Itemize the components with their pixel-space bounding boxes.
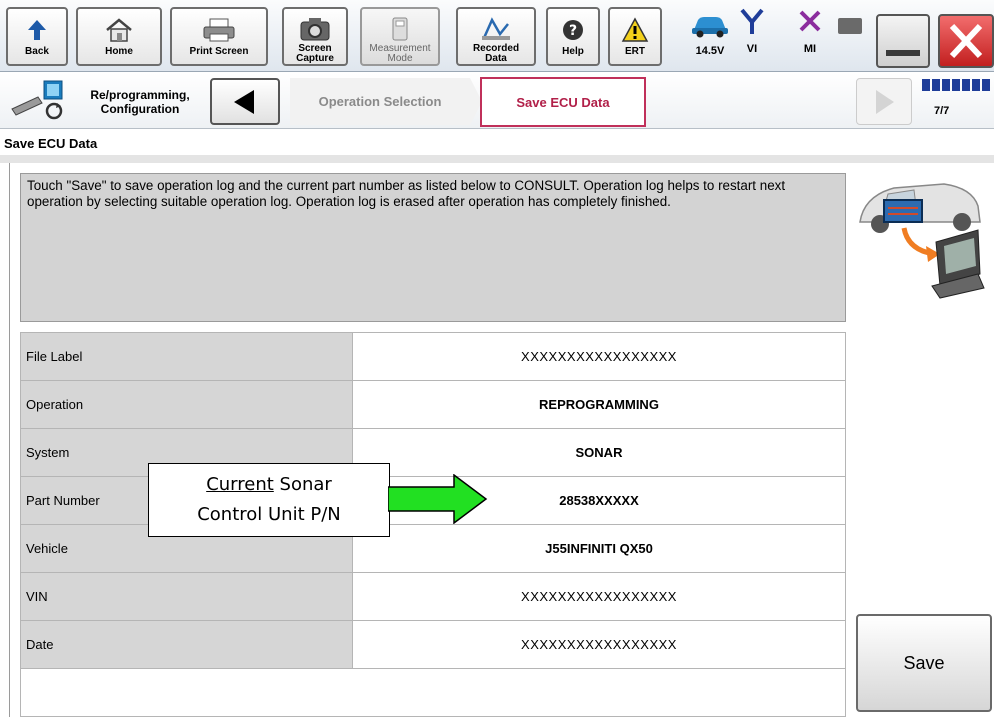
ecu-data-table: File Label XXXXXXXXXXXXXXXXX Operation R… — [20, 332, 846, 717]
previous-step-button[interactable] — [210, 78, 280, 125]
printer-icon — [201, 15, 237, 45]
progress-segment — [942, 79, 950, 91]
recorded-data-icon — [480, 15, 512, 42]
table-row: Date XXXXXXXXXXXXXXXXX — [20, 620, 846, 669]
section-label: Re/programming, Configuration — [82, 88, 198, 116]
step-operation-selection: Operation Selection — [290, 78, 470, 125]
progress-segment — [952, 79, 960, 91]
back-button[interactable]: Back — [6, 7, 68, 66]
table-row — [20, 668, 846, 717]
vin-value: XXXXXXXXXXXXXXXXX — [352, 572, 846, 621]
recorded-data-button[interactable]: Recorded Data — [456, 7, 536, 66]
progress-text: 7/7 — [934, 105, 950, 117]
callout-line1-rest: Sonar — [273, 474, 332, 495]
callout-line1: Current Sonar — [149, 470, 389, 500]
part-number-callout: Current Sonar Control Unit P/N — [148, 463, 390, 537]
callout-underlined: Current — [206, 474, 274, 495]
mi-disconnected-icon — [797, 8, 823, 41]
progress-segment — [972, 79, 980, 91]
mi-status: MI — [790, 4, 830, 66]
table-row: Vehicle J55INFINITI QX50 — [20, 524, 846, 573]
file-label-key: File Label — [20, 332, 353, 381]
progress-segment — [962, 79, 970, 91]
svg-text:?: ? — [569, 23, 577, 39]
instructions-text: Touch "Save" to save operation log and t… — [20, 173, 846, 322]
page-title: Save ECU Data — [4, 136, 98, 151]
reprogramming-icon — [8, 79, 70, 128]
recorded-data-label-2: Data — [485, 53, 507, 64]
battery-voltage-status: 14.5V — [682, 4, 738, 66]
print-screen-label: Print Screen — [189, 46, 249, 57]
progress-segment — [982, 79, 990, 91]
save-button[interactable]: Save — [856, 614, 992, 712]
vi-status: VI — [732, 4, 772, 66]
next-step-button[interactable] — [856, 78, 912, 125]
print-screen-button[interactable]: Print Screen — [170, 7, 268, 66]
mi-label: MI — [803, 43, 817, 55]
operation-value: REPROGRAMMING — [352, 380, 846, 429]
operation-key: Operation — [20, 380, 353, 429]
measurement-mode-button[interactable]: Measurement Mode — [360, 7, 440, 66]
ert-button[interactable]: ERT — [608, 7, 662, 66]
minimize-button[interactable] — [876, 14, 930, 68]
home-label: Home — [105, 46, 133, 57]
callout-arrow-icon — [388, 474, 488, 524]
vin-key: VIN — [20, 572, 353, 621]
back-label: Back — [25, 46, 49, 57]
screen-capture-button[interactable]: Screen Capture — [282, 7, 348, 66]
camera-icon — [299, 15, 331, 42]
breadcrumb: Re/programming, Configuration Operation … — [0, 73, 994, 129]
car-icon — [690, 12, 730, 43]
divider — [0, 155, 994, 163]
file-label-value: XXXXXXXXXXXXXXXXX — [352, 332, 846, 381]
vi-antenna-icon — [740, 8, 764, 41]
section-label-line2: Configuration — [100, 102, 180, 116]
help-icon: ? — [561, 15, 585, 45]
progress-segment — [922, 79, 930, 91]
empty-row — [20, 668, 846, 717]
table-row: File Label XXXXXXXXXXXXXXXXX — [20, 332, 846, 381]
system-value: SONAR — [352, 428, 846, 477]
help-label: Help — [562, 46, 584, 57]
ecu-to-consult-illustration — [854, 174, 986, 305]
minimize-icon — [886, 50, 920, 56]
progress-bar — [922, 79, 994, 91]
callout-line2: Control Unit P/N — [197, 504, 341, 525]
ert-label: ERT — [625, 46, 645, 57]
date-value: XXXXXXXXXXXXXXXXX — [352, 620, 846, 669]
date-key: Date — [20, 620, 353, 669]
table-row: VIN XXXXXXXXXXXXXXXXX — [20, 572, 846, 621]
close-button[interactable] — [938, 14, 994, 68]
meter-icon — [390, 15, 410, 42]
vehicle-value: J55INFINITI QX50 — [352, 524, 846, 573]
home-icon — [104, 15, 134, 45]
toolbar: Back Home Print Screen Screen Capture Me… — [0, 0, 994, 72]
warning-icon — [621, 15, 649, 45]
measurement-mode-label-2: Mode — [387, 53, 413, 64]
divider — [9, 163, 10, 717]
table-row: System SONAR — [20, 428, 846, 477]
triangle-right-icon — [876, 89, 894, 114]
vi-label: VI — [746, 43, 758, 55]
step-save-ecu-data: Save ECU Data — [480, 77, 646, 127]
back-arrow-icon — [26, 15, 48, 45]
screen-capture-label-2: Capture — [296, 53, 334, 64]
battery-icon — [838, 18, 862, 34]
table-row: Operation REPROGRAMMING — [20, 380, 846, 429]
progress-segment — [932, 79, 940, 91]
close-icon — [949, 23, 983, 59]
voltage-readout: 14.5V — [695, 45, 725, 57]
help-button[interactable]: ? Help — [546, 7, 600, 66]
triangle-left-icon — [234, 89, 254, 114]
section-label-line1: Re/programming, — [90, 88, 190, 102]
home-button[interactable]: Home — [76, 7, 162, 66]
